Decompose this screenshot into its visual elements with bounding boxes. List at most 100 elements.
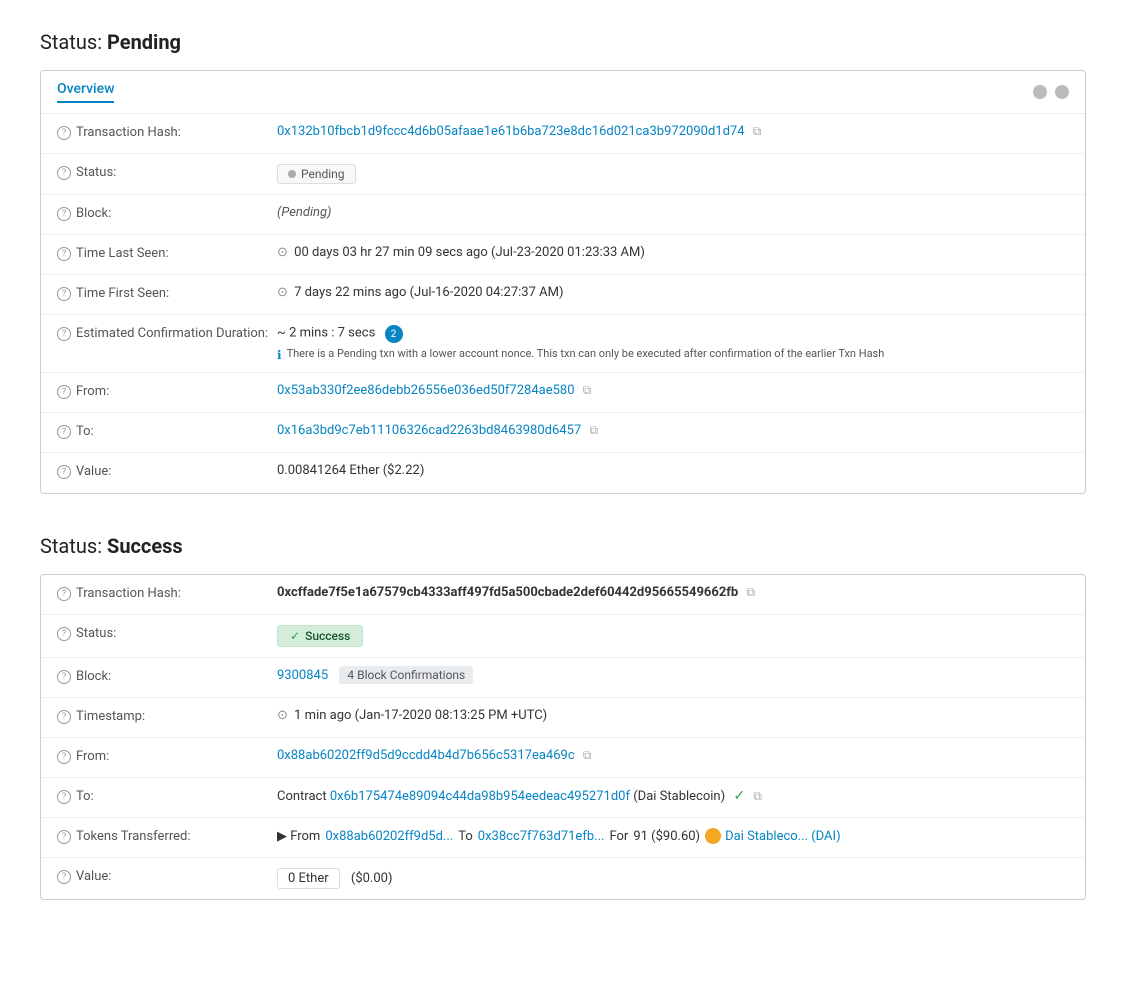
tx-hash-bold: 0xcffade7f5e1a67579cb4333aff497fd5a500cb…	[277, 585, 738, 600]
pending-est-confirm-row: ? Estimated Confirmation Duration: ~ 2 m…	[41, 315, 1085, 373]
from-address-link[interactable]: 0x88ab60202ff9d5d9ccdd4b4d7b656c5317ea46…	[277, 748, 575, 763]
success-status-value: Success	[277, 625, 1069, 647]
success-tokens-value: ▶ From 0x88ab60202ff9d5d... To 0x38cc7f7…	[277, 828, 1069, 844]
pending-card: Overview ? Transaction Hash: 0x132b10fbc…	[40, 70, 1086, 494]
success-block-label: ? Block:	[57, 668, 277, 684]
success-to-value: Contract 0x6b175474e89094c44da98b954eede…	[277, 788, 1069, 804]
success-block-value: 9300845 4 Block Confirmations	[277, 668, 1069, 683]
tokens-for-prefix: For	[609, 829, 628, 844]
pending-est-confirm-label: ? Estimated Confirmation Duration:	[57, 325, 277, 341]
copy-icon[interactable]: ⧉	[753, 124, 762, 139]
block-confirmations: 4 Block Confirmations	[339, 666, 473, 684]
clock-icon: ⊙	[277, 245, 288, 260]
pending-from-value: 0x53ab330f2ee86debb26556e036ed50f7284ae5…	[277, 383, 1069, 398]
tab-icon-2	[1055, 85, 1069, 99]
pending-from-label: ? From:	[57, 383, 277, 399]
success-section-title: Status: Success	[40, 534, 1086, 558]
success-tokens-label: ? Tokens Transferred:	[57, 828, 277, 844]
verified-check-icon: ✓	[733, 788, 745, 804]
pending-block-value: (Pending)	[277, 205, 1069, 220]
to-address-link[interactable]: 0x16a3bd9c7eb11106326cad2263bd8463980d64…	[277, 423, 581, 438]
help-icon[interactable]: ?	[57, 587, 71, 601]
help-icon[interactable]: ?	[57, 710, 71, 724]
pending-section-title: Status: Pending	[40, 30, 1086, 54]
help-icon[interactable]: ?	[57, 830, 71, 844]
pending-to-value: 0x16a3bd9c7eb11106326cad2263bd8463980d64…	[277, 423, 1069, 438]
pending-to-label: ? To:	[57, 423, 277, 439]
pending-block-label: ? Block:	[57, 205, 277, 221]
success-timestamp-label: ? Timestamp:	[57, 708, 277, 724]
from-address-link[interactable]: 0x53ab330f2ee86debb26556e036ed50f7284ae5…	[277, 383, 575, 398]
success-tx-hash-row: ? Transaction Hash: 0xcffade7f5e1a67579c…	[41, 575, 1085, 615]
dai-badge: Dai Stableco... (DAI)	[705, 828, 841, 844]
copy-icon[interactable]: ⧉	[583, 383, 592, 398]
pending-status-value: Pending	[277, 164, 1069, 184]
success-value-label: ? Value:	[57, 868, 277, 884]
success-tx-hash-label: ? Transaction Hash:	[57, 585, 277, 601]
copy-icon[interactable]: ⧉	[753, 789, 762, 804]
pending-est-confirm-value: ~ 2 mins : 7 secs 2 ℹ There is a Pending…	[277, 325, 1069, 362]
help-icon[interactable]: ?	[57, 287, 71, 301]
help-icon[interactable]: ?	[57, 465, 71, 479]
success-timestamp-value: ⊙ 1 min ago (Jan-17-2020 08:13:25 PM +UT…	[277, 708, 1069, 723]
success-value-value: 0 Ether ($0.00)	[277, 868, 1069, 889]
help-icon[interactable]: ?	[57, 247, 71, 261]
tx-hash-link[interactable]: 0x132b10fbcb1d9fccc4d6b05afaae1e61b6ba72…	[277, 124, 745, 139]
tokens-amount: 91 ($90.60)	[633, 829, 700, 844]
value-box: 0 Ether	[277, 868, 340, 889]
pending-time-first-seen-value: ⊙ 7 days 22 mins ago (Jul-16-2020 04:27:…	[277, 285, 1069, 300]
value-usd: ($0.00)	[351, 871, 393, 886]
copy-icon[interactable]: ⧉	[589, 423, 598, 438]
help-icon[interactable]: ?	[57, 327, 71, 341]
copy-icon[interactable]: ⧉	[746, 585, 755, 600]
pending-tx-hash-row: ? Transaction Hash: 0x132b10fbcb1d9fccc4…	[41, 114, 1085, 154]
pending-time-first-seen-label: ? Time First Seen:	[57, 285, 277, 301]
contract-address-link[interactable]: 0x6b175474e89094c44da98b954eedeac495271d…	[330, 789, 630, 804]
tokens-from-link[interactable]: 0x88ab60202ff9d5d...	[325, 829, 453, 844]
help-icon[interactable]: ?	[57, 870, 71, 884]
success-from-value: 0x88ab60202ff9d5d9ccdd4b4d7b656c5317ea46…	[277, 748, 1069, 763]
pending-time-last-seen-value: ⊙ 00 days 03 hr 27 min 09 secs ago (Jul-…	[277, 245, 1069, 260]
tokens-to-prefix: To	[458, 829, 473, 844]
info-note-icon: ℹ	[277, 348, 282, 362]
help-icon[interactable]: ?	[57, 385, 71, 399]
success-to-label: ? To:	[57, 788, 277, 804]
tab-bar: Overview	[41, 71, 1085, 114]
pending-value-label: ? Value:	[57, 463, 277, 479]
pending-badge: Pending	[277, 164, 356, 184]
copy-icon[interactable]: ⧉	[583, 748, 592, 763]
pending-block-row: ? Block: (Pending)	[41, 195, 1085, 235]
success-status-label: ? Status:	[57, 625, 277, 641]
help-icon[interactable]: ?	[57, 126, 71, 140]
success-badge: Success	[277, 625, 363, 647]
success-value-row: ? Value: 0 Ether ($0.00)	[41, 858, 1085, 899]
clock-icon: ⊙	[277, 285, 288, 300]
tokens-to-link[interactable]: 0x38cc7f763d71efb...	[478, 829, 605, 844]
pending-tx-hash-value: 0x132b10fbcb1d9fccc4d6b05afaae1e61b6ba72…	[277, 124, 1069, 139]
contract-name: (Dai Stablecoin)	[633, 789, 725, 804]
dai-token-link[interactable]: Dai Stableco... (DAI)	[725, 829, 841, 844]
success-to-row: ? To: Contract 0x6b175474e89094c44da98b9…	[41, 778, 1085, 818]
help-icon[interactable]: ?	[57, 425, 71, 439]
pending-status-label: ? Status:	[57, 164, 277, 180]
overview-tab[interactable]: Overview	[57, 81, 114, 103]
help-icon[interactable]: ?	[57, 750, 71, 764]
pending-to-row: ? To: 0x16a3bd9c7eb11106326cad2263bd8463…	[41, 413, 1085, 453]
success-tokens-row: ? Tokens Transferred: ▶ From 0x88ab60202…	[41, 818, 1085, 858]
block-number-link[interactable]: 9300845	[277, 668, 328, 683]
success-timestamp-row: ? Timestamp: ⊙ 1 min ago (Jan-17-2020 08…	[41, 698, 1085, 738]
help-icon[interactable]: ?	[57, 790, 71, 804]
contract-prefix: Contract	[277, 789, 327, 804]
success-block-row: ? Block: 9300845 4 Block Confirmations	[41, 658, 1085, 698]
help-icon[interactable]: ?	[57, 670, 71, 684]
help-icon[interactable]: ?	[57, 627, 71, 641]
tokens-from-prefix: ▶ From	[277, 829, 320, 844]
pending-status-row: ? Status: Pending	[41, 154, 1085, 195]
success-tx-hash-value: 0xcffade7f5e1a67579cb4333aff497fd5a500cb…	[277, 585, 1069, 600]
success-from-row: ? From: 0x88ab60202ff9d5d9ccdd4b4d7b656c…	[41, 738, 1085, 778]
success-status-row: ? Status: Success	[41, 615, 1085, 658]
pending-time-last-seen-row: ? Time Last Seen: ⊙ 00 days 03 hr 27 min…	[41, 235, 1085, 275]
help-icon[interactable]: ?	[57, 207, 71, 221]
dai-icon	[705, 828, 721, 844]
help-icon[interactable]: ?	[57, 166, 71, 180]
